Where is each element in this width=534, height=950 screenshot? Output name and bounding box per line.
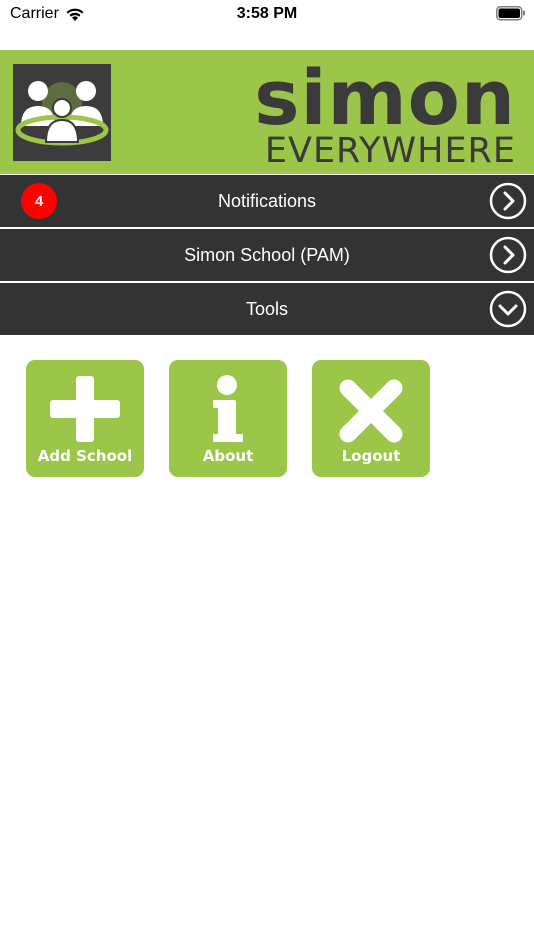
menu-item-simon-school[interactable]: Simon School (PAM) <box>0 229 534 283</box>
menu-item-label: Tools <box>245 298 289 319</box>
brand-name: simon <box>254 53 516 142</box>
chevron-right-icon[interactable] <box>489 236 527 274</box>
battery-icon <box>496 6 525 21</box>
chevron-right-icon[interactable] <box>489 182 527 220</box>
logout-button[interactable]: Logout <box>312 360 430 477</box>
app-header: simon EVERYWHERE <box>0 50 534 174</box>
add-school-button[interactable]: Add School <box>26 360 144 477</box>
main-menu: 4 Notifications Simon School (PAM) Tools <box>0 175 534 337</box>
brand-wordmark: simon EVERYWHERE <box>254 53 516 171</box>
status-time: 3:58 PM <box>236 5 298 22</box>
menu-item-notifications[interactable]: 4 Notifications <box>0 175 534 229</box>
brand-subtitle: EVERYWHERE <box>264 131 516 171</box>
tools-grid: Add School About Logout <box>26 360 430 477</box>
menu-item-label: Simon School (PAM) <box>184 244 350 265</box>
tool-label: Logout <box>341 447 401 465</box>
status-bar: Carrier 3:58 PM <box>0 0 534 30</box>
menu-item-label: Notifications <box>217 190 317 211</box>
chevron-down-icon[interactable] <box>489 290 527 328</box>
tool-label: Add School <box>37 447 133 465</box>
menu-item-tools[interactable]: Tools <box>0 283 534 337</box>
family-logo-icon <box>13 64 111 161</box>
about-button[interactable]: About <box>169 360 287 477</box>
tool-label: About <box>202 447 254 465</box>
notification-count-badge: 4 <box>21 183 57 219</box>
